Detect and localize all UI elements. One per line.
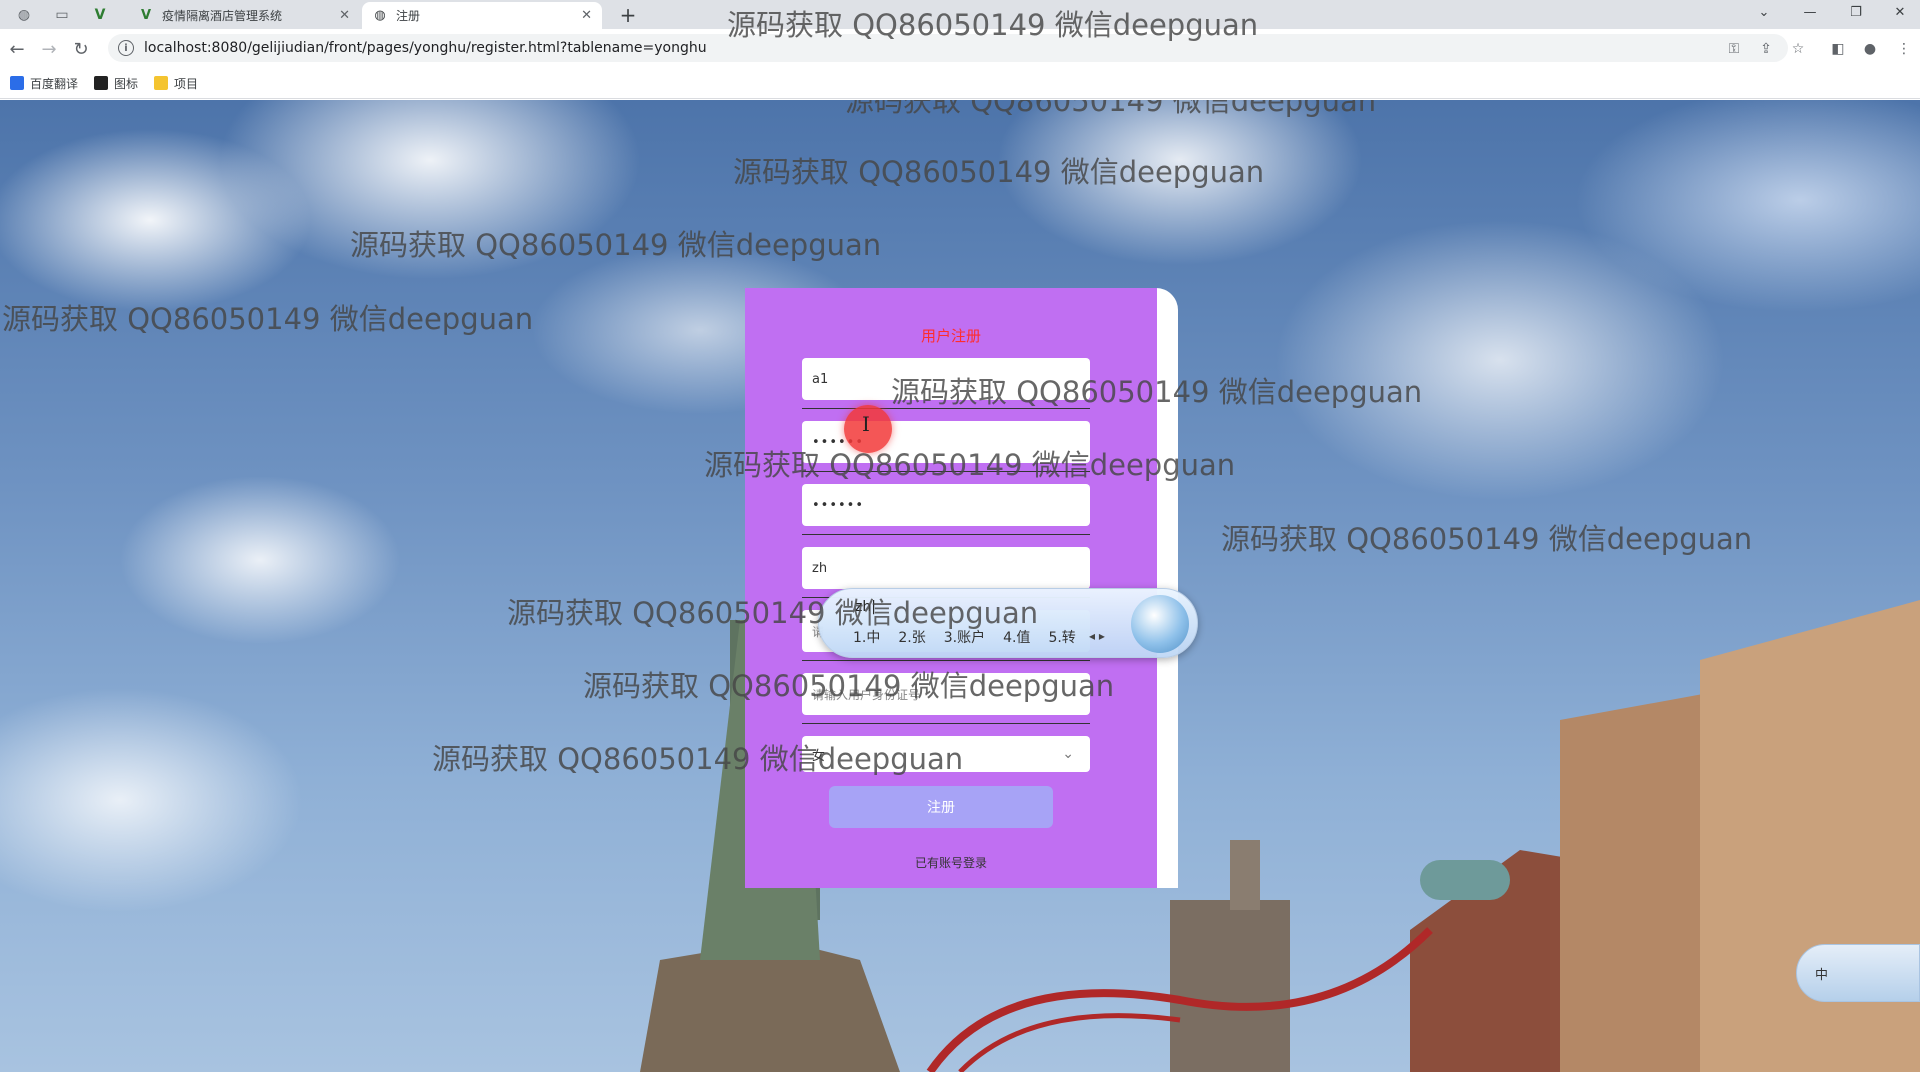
page-background: 源码获取 QQ86050149 微信deepguan 源码获取 QQ860501… <box>0 100 1920 1072</box>
ime-candidate[interactable]: 4.值 <box>1003 627 1030 647</box>
pinned-tab-blank-icon[interactable]: ▭ <box>46 2 78 27</box>
tab-search-icon[interactable]: ⌄ <box>1742 0 1786 24</box>
name-input[interactable]: zh <box>802 547 1090 589</box>
ime-candidate-window[interactable]: zh| 1.中 2.张 3.账户 4.值 5.转 ◂ ▸ <box>818 588 1198 658</box>
browser-toolbar: ← → ↻ i localhost:8080/gelijiudian/front… <box>0 29 1920 68</box>
field-divider <box>802 660 1090 661</box>
share-icon[interactable]: ⇪ <box>1756 39 1776 59</box>
menu-icon[interactable]: ⋮ <box>1894 39 1914 59</box>
text-cursor-icon: I <box>862 412 870 436</box>
field-divider <box>802 723 1090 724</box>
reload-icon[interactable]: ↻ <box>68 36 94 62</box>
globe-icon: ◍ <box>374 8 386 23</box>
v-logo-icon: V <box>140 8 152 23</box>
bookmark-label: 图标 <box>114 76 139 91</box>
idcard-input[interactable]: 请输入用户身份证号 <box>802 673 1090 715</box>
field-divider <box>802 471 1090 472</box>
tab-title: 疫情隔离酒店管理系统 <box>162 9 283 23</box>
restore-button[interactable]: ❐ <box>1834 0 1878 24</box>
ime-composition-text: zh| <box>855 599 876 615</box>
ime-candidate[interactable]: 2.张 <box>898 627 925 647</box>
bookmark-label: 项目 <box>174 76 199 91</box>
ime-candidate-list: 1.中 2.张 3.账户 4.值 5.转 <box>853 627 1094 647</box>
tab-register[interactable]: ◍ 注册 ✕ <box>362 2 602 29</box>
back-icon[interactable]: ← <box>4 36 30 62</box>
browser-tabstrip: ◍ ▭ V V 疫情隔离酒店管理系统 ✕ ◍ 注册 ✕ + ⌄ — ❐ ✕ <box>0 0 1920 29</box>
idcard-placeholder: 请输入用户身份证号 <box>812 687 921 702</box>
side-panel-icon[interactable]: ◧ <box>1828 39 1848 59</box>
chevron-down-icon: ⌄ <box>1062 746 1074 762</box>
ime-mode-label: 中 <box>1815 967 1829 983</box>
gender-value: 女 <box>812 748 826 764</box>
folder-icon <box>154 76 169 90</box>
address-bar[interactable]: i localhost:8080/gelijiudian/front/pages… <box>108 34 1788 62</box>
field-divider <box>802 408 1090 409</box>
translate-icon <box>10 76 24 90</box>
new-tab-button[interactable]: + <box>614 2 642 27</box>
url-text: localhost:8080/gelijiudian/front/pages/y… <box>144 40 707 56</box>
key-icon[interactable]: ⚿ <box>1724 39 1744 59</box>
ime-status-bar[interactable]: 中 <box>1796 944 1920 1002</box>
bookmark-project[interactable]: 项目 <box>154 75 198 92</box>
ime-skin-globe-icon <box>1131 595 1189 653</box>
pinned-tab-globe-icon[interactable]: ◍ <box>8 2 40 27</box>
close-tab-icon[interactable]: ✕ <box>339 8 350 23</box>
site-info-icon[interactable]: i <box>118 40 134 56</box>
gender-select[interactable]: 女 ⌄ <box>802 736 1090 772</box>
username-input[interactable]: a1 <box>802 358 1090 400</box>
minimize-button[interactable]: — <box>1788 0 1832 24</box>
bookmarks-bar: 百度翻译 图标 项目 <box>0 68 1920 99</box>
bookmark-baidu-translate[interactable]: 百度翻译 <box>10 75 78 92</box>
forward-icon[interactable]: → <box>36 36 62 62</box>
close-window-button[interactable]: ✕ <box>1878 0 1920 24</box>
tab-title: 注册 <box>396 9 421 23</box>
ime-candidate[interactable]: 5.转 <box>1048 627 1075 647</box>
bookmark-label: 百度翻译 <box>30 76 79 91</box>
tab-hotel-system[interactable]: V 疫情隔离酒店管理系统 ✕ <box>128 2 360 29</box>
ime-candidate[interactable]: 3.账户 <box>944 627 985 647</box>
field-divider <box>802 534 1090 535</box>
close-tab-icon[interactable]: ✕ <box>581 8 592 23</box>
pinned-tab-v-icon[interactable]: V <box>84 2 116 27</box>
ime-candidate[interactable]: 1.中 <box>853 627 880 647</box>
register-button[interactable]: 注册 <box>829 786 1053 828</box>
login-link[interactable]: 已有账号登录 <box>745 854 1157 871</box>
image-icon <box>94 76 109 90</box>
profile-icon[interactable]: ● <box>1860 39 1880 59</box>
ime-page-arrows-icon[interactable]: ◂ ▸ <box>1089 629 1105 643</box>
bookmark-star-icon[interactable]: ☆ <box>1788 39 1808 59</box>
form-title: 用户注册 <box>920 327 981 345</box>
bookmark-icons[interactable]: 图标 <box>94 75 138 92</box>
confirm-password-input[interactable]: •••••• <box>802 484 1090 526</box>
